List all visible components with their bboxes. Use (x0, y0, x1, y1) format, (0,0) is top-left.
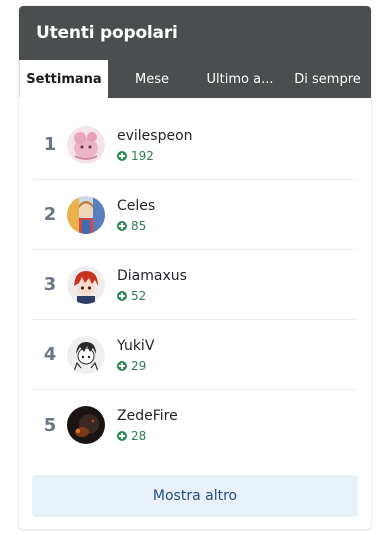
reputation-badge: 28 (117, 429, 178, 443)
list-item: 2 Celes 85 (33, 180, 357, 250)
plus-circle-icon (117, 150, 127, 161)
list-item: 4 YukiV 29 (33, 320, 357, 390)
pink-creature-avatar-icon[interactable] (67, 125, 105, 164)
popular-users-widget: Utenti popolari Settimana Mese Ultimo a.… (19, 6, 371, 529)
plus-circle-icon (117, 360, 127, 371)
rank-number: 1 (43, 134, 57, 155)
list-item: 5 ZedeFire 28 (33, 390, 357, 460)
dark-fire-avatar-icon[interactable] (67, 406, 105, 444)
reputation-badge: 192 (117, 149, 193, 163)
reputation-count: 52 (131, 288, 147, 303)
username-link[interactable]: Celes (117, 197, 155, 215)
rank-number: 4 (43, 344, 57, 365)
list-item: 1 evilespeon 192 (33, 110, 357, 180)
plus-circle-icon (117, 290, 127, 301)
username-link[interactable]: evilespeon (117, 127, 193, 145)
reputation-count: 192 (131, 148, 154, 163)
reputation-badge: 52 (117, 289, 187, 303)
manga-sketch-avatar-icon[interactable] (67, 335, 105, 374)
rank-number: 2 (43, 204, 57, 225)
plus-circle-icon (117, 431, 127, 441)
tab-week[interactable]: Settimana (19, 60, 108, 98)
period-tabs: Settimana Mese Ultimo a... Di sempre (19, 60, 371, 98)
reputation-count: 29 (131, 358, 147, 373)
username-link[interactable]: YukiV (117, 337, 154, 355)
reputation-count: 85 (131, 218, 147, 233)
widget-title: Utenti popolari (36, 23, 178, 43)
reputation-badge: 85 (117, 219, 155, 233)
user-list: 1 evilespeon 192 2 Celes 85 3 Diamaxus 5… (19, 98, 371, 460)
rank-number: 3 (43, 274, 57, 295)
tab-last-year[interactable]: Ultimo a... (196, 60, 284, 98)
username-link[interactable]: Diamaxus (117, 267, 187, 285)
username-link[interactable]: ZedeFire (117, 407, 178, 425)
plus-circle-icon (117, 220, 127, 231)
list-item: 3 Diamaxus 52 (33, 250, 357, 320)
reputation-badge: 29 (117, 359, 154, 373)
tab-month[interactable]: Mese (108, 60, 196, 98)
widget-header: Utenti popolari (19, 6, 371, 60)
show-more-button[interactable]: Mostra altro (32, 475, 358, 517)
rank-number: 5 (43, 414, 57, 436)
red-hair-anime-avatar-icon[interactable] (67, 265, 105, 304)
colorful-character-avatar-icon[interactable] (67, 195, 105, 234)
reputation-count: 28 (131, 429, 147, 443)
tab-all-time[interactable]: Di sempre (284, 60, 371, 98)
